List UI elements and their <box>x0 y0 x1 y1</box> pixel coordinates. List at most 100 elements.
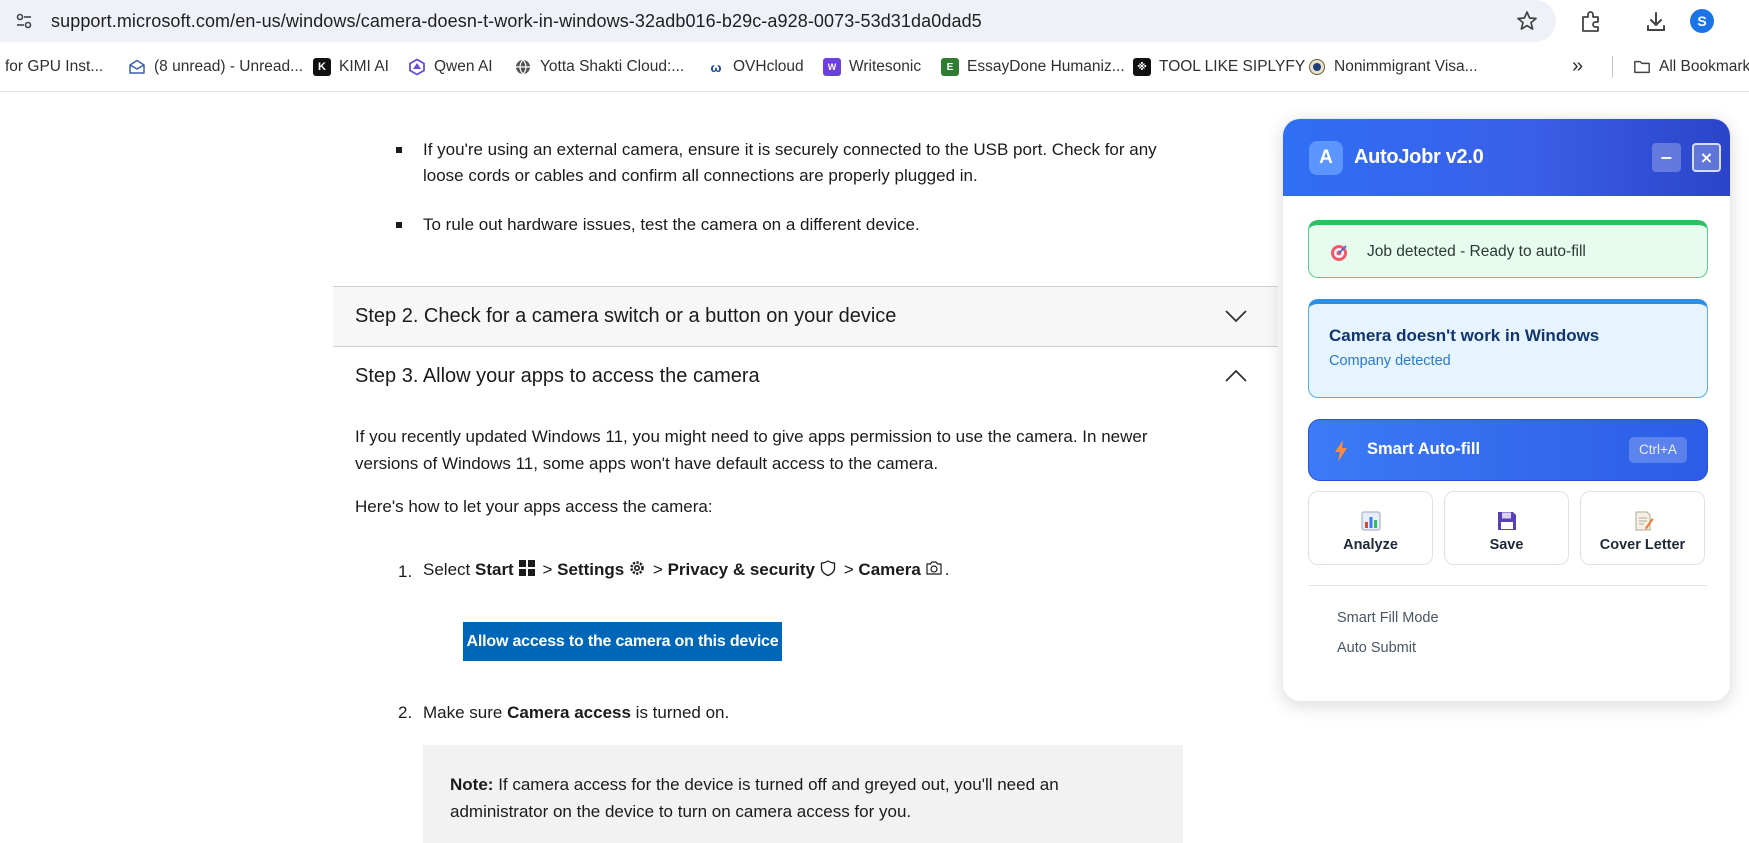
gear-icon <box>630 561 644 575</box>
lightning-icon <box>1335 440 1347 462</box>
bookmark-label: Nonimmigrant Visa... <box>1334 58 1478 75</box>
bookmark-item[interactable]: Nonimmigrant Visa... <box>1308 52 1478 82</box>
extensions-icon[interactable] <box>1578 9 1604 35</box>
bookmark-label: EssayDone Humaniz... <box>967 58 1125 75</box>
allow-camera-access-button[interactable]: Allow access to the camera on this devic… <box>463 622 782 661</box>
writesonic-logo-icon: W <box>823 58 841 76</box>
qwen-logo-icon <box>408 58 426 76</box>
howto-paragraph: Here's how to let your apps access the c… <box>355 497 713 516</box>
all-bookmarks-label: All Bookmarks <box>1659 58 1749 75</box>
site-info-icon[interactable] <box>14 11 34 31</box>
bookmark-item[interactable]: ω OVHcloud <box>707 52 804 82</box>
download-icon[interactable] <box>1643 9 1669 35</box>
camera-icon <box>926 561 942 575</box>
bullet-marker <box>396 222 402 228</box>
autojobr-header: A AutoJobr v2.0 − × <box>1283 119 1730 196</box>
separator: > <box>652 560 663 579</box>
url-text[interactable]: support.microsoft.com/en-us/windows/came… <box>51 11 982 32</box>
browser-chrome: support.microsoft.com/en-us/windows/came… <box>0 0 1749 92</box>
bookmark-item[interactable]: Qwen AI <box>408 52 493 82</box>
memo-icon <box>1635 511 1653 531</box>
step-number: 2. <box>398 703 413 722</box>
bookmark-label: TOOL LIKE SIPLYFY <box>1159 58 1306 75</box>
autojobr-panel: A AutoJobr v2.0 − × Job detected - Ready… <box>1282 118 1731 702</box>
save-button[interactable]: Save <box>1444 491 1569 565</box>
list-item: If you're using an external camera, ensu… <box>423 140 1157 185</box>
globe-icon <box>514 58 532 76</box>
accordion-title: Step 2. Check for a camera switch or a b… <box>355 305 897 327</box>
list-item: To rule out hardware issues, test the ca… <box>423 215 920 234</box>
step-number: 1. <box>398 562 413 581</box>
smart-autofill-button[interactable]: Smart Auto-fill Ctrl+A <box>1308 419 1708 481</box>
step-end: . <box>944 560 950 579</box>
shield-icon <box>820 560 836 577</box>
close-button[interactable]: × <box>1692 143 1721 172</box>
target-icon <box>1331 245 1347 261</box>
camera-label: Camera <box>858 560 921 579</box>
bullet-marker <box>396 147 402 153</box>
mail-icon <box>128 58 146 76</box>
autojobr-logo: A <box>1309 141 1343 175</box>
bookmark-item[interactable]: K KIMI AI <box>313 52 389 82</box>
status-text: Job detected - Ready to auto-fill <box>1367 243 1586 260</box>
windows-start-icon <box>518 560 535 576</box>
bookmark-label: Writesonic <box>849 58 922 75</box>
step-text: Make sure <box>423 703 503 722</box>
auto-submit-option[interactable]: Auto Submit <box>1337 640 1416 656</box>
bookmark-label: (8 unread) - Unread... <box>154 58 304 75</box>
step-1-text: Select Start > Settings > Privacy & secu… <box>423 559 950 581</box>
analyze-button[interactable]: Analyze <box>1308 491 1433 565</box>
note-text: Note: If camera access for the device is… <box>450 771 1150 825</box>
tile-label: Cover Letter <box>1599 537 1686 553</box>
kimi-logo-icon: K <box>313 58 331 76</box>
accordion-step-2[interactable]: Step 2. Check for a camera switch or a b… <box>333 286 1278 346</box>
step-text: Select <box>423 560 471 579</box>
job-title: Camera doesn't work in Windows <box>1329 326 1600 345</box>
accordion-step-3[interactable]: Step 3. Allow your apps to access the ca… <box>333 346 1278 406</box>
start-label: Start <box>474 560 514 579</box>
chevron-up-icon <box>1225 369 1247 382</box>
address-bar[interactable]: support.microsoft.com/en-us/windows/came… <box>0 0 1556 42</box>
intro-paragraph: If you recently updated Windows 11, you … <box>355 427 1148 473</box>
accordion-title: Step 3. Allow your apps to access the ca… <box>355 365 760 387</box>
floppy-disk-icon <box>1497 512 1516 530</box>
essaydone-logo-icon: E <box>941 58 959 76</box>
autofill-label: Smart Auto-fill <box>1367 440 1481 458</box>
note-box: Note: If camera access for the device is… <box>423 745 1183 843</box>
step-text: is turned on. <box>635 703 730 722</box>
settings-label: Settings <box>557 560 625 579</box>
bookmark-item[interactable]: for GPU Inst... <box>5 52 103 82</box>
bookmark-item[interactable]: W Writesonic <box>823 52 921 82</box>
bookmarks-overflow-button[interactable]: » <box>1572 55 1583 78</box>
bookmark-label: Qwen AI <box>434 58 493 75</box>
cover-letter-button[interactable]: Cover Letter <box>1580 491 1705 565</box>
job-info-card: Camera doesn't work in Windows Company d… <box>1308 299 1708 398</box>
tool-logo-icon: ※ <box>1133 58 1151 76</box>
separator: > <box>542 560 553 579</box>
tile-label: Analyze <box>1343 537 1398 553</box>
bar-chart-icon <box>1361 511 1380 531</box>
chevron-down-icon <box>1225 310 1247 323</box>
tile-label: Save <box>1489 537 1524 553</box>
bookmark-item[interactable]: Yotta Shakti Cloud:... <box>514 52 684 82</box>
bookmark-item[interactable]: E EssayDone Humaniz... <box>941 52 1125 82</box>
profile-avatar[interactable]: S <box>1690 9 1714 33</box>
camera-access-label: Camera access <box>507 703 631 722</box>
bookmark-label: OVHcloud <box>733 58 804 75</box>
minimize-button[interactable]: − <box>1652 143 1681 172</box>
bookmark-label: Yotta Shakti Cloud:... <box>540 58 685 75</box>
privacy-label: Privacy & security <box>667 560 816 579</box>
smart-fill-mode-option[interactable]: Smart Fill Mode <box>1337 610 1439 626</box>
bookmark-item[interactable]: ※ TOOL LIKE SIPLYFY <box>1133 52 1305 82</box>
all-bookmarks-button[interactable]: All Bookmarks <box>1633 52 1749 82</box>
company-status: Company detected <box>1329 353 1451 369</box>
bookmark-item[interactable]: (8 unread) - Unread... <box>128 52 303 82</box>
autojobr-title: AutoJobr v2.0 <box>1354 146 1484 168</box>
bookmark-star-icon[interactable] <box>1515 9 1539 33</box>
job-status-card: Job detected - Ready to auto-fill <box>1308 220 1708 278</box>
folder-icon <box>1633 58 1651 76</box>
seal-icon <box>1308 58 1326 76</box>
note-label: Note: <box>450 775 494 794</box>
note-body: If camera access for the device is turne… <box>450 775 1059 821</box>
bookmarks-divider <box>1612 56 1613 78</box>
